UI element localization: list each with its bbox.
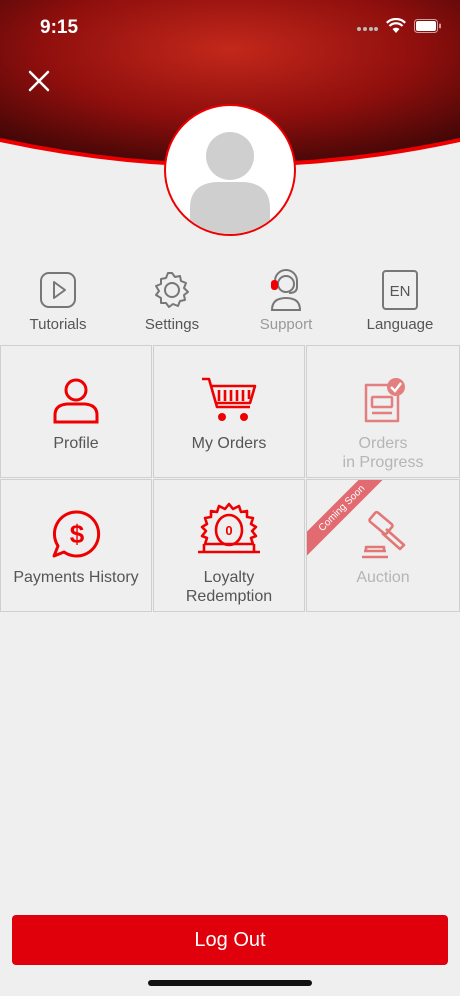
close-button[interactable]	[22, 64, 56, 98]
profile-label: Profile	[53, 435, 99, 452]
svg-text:$: $	[70, 519, 85, 549]
my-orders-label: My Orders	[191, 435, 267, 452]
close-icon	[28, 70, 50, 92]
payments-history-tile[interactable]: $ Payments History	[0, 479, 152, 612]
tutorials-label: Tutorials	[29, 316, 87, 333]
gear-icon	[155, 272, 189, 308]
play-icon	[40, 272, 76, 308]
loyalty-points-value: 0	[225, 523, 232, 538]
loyalty-redemption-label: Loyalty Redemption	[185, 569, 273, 605]
payments-history-label: Payments History	[13, 569, 139, 586]
status-bar: 9:15	[0, 0, 460, 56]
support-label: Support	[259, 316, 313, 333]
language-label: Language	[366, 316, 434, 333]
quick-actions-row: Tutorials Settings Support EN Language	[0, 268, 460, 340]
settings-label: Settings	[144, 316, 200, 333]
orders-in-progress-tile[interactable]: Orders in Progress	[306, 345, 460, 478]
wifi-icon	[386, 17, 406, 39]
headset-icon	[270, 269, 302, 311]
settings-button[interactable]: Settings	[117, 268, 227, 333]
gavel-icon	[362, 510, 406, 559]
dollar-bubble-icon: $	[52, 510, 101, 558]
loyalty-gauge-icon: 0	[198, 502, 260, 554]
battery-icon	[414, 19, 442, 38]
status-time: 9:15	[40, 17, 79, 38]
loyalty-redemption-tile[interactable]: 0 Loyalty Redemption	[153, 479, 305, 612]
language-icon: EN	[382, 270, 418, 310]
signal-icon	[356, 20, 378, 38]
logout-button[interactable]: Log Out	[12, 915, 448, 965]
avatar[interactable]	[164, 104, 296, 236]
user-placeholder-icon	[190, 132, 270, 234]
profile-header: 9:15	[0, 0, 460, 240]
auction-label: Auction	[356, 569, 410, 586]
auction-tile[interactable]: Coming Soon Auction	[306, 479, 460, 612]
profile-tile[interactable]: Profile	[0, 345, 152, 478]
orders-in-progress-label: Orders in Progress	[342, 435, 424, 471]
user-icon	[53, 378, 99, 424]
language-badge: EN	[390, 283, 411, 300]
language-button[interactable]: EN Language	[345, 268, 455, 333]
tutorials-button[interactable]: Tutorials	[3, 268, 113, 333]
cart-icon	[202, 377, 257, 421]
support-button[interactable]: Support	[231, 268, 341, 333]
home-indicator[interactable]	[148, 980, 312, 986]
orders-progress-icon	[364, 378, 405, 423]
my-orders-tile[interactable]: My Orders	[153, 345, 305, 478]
